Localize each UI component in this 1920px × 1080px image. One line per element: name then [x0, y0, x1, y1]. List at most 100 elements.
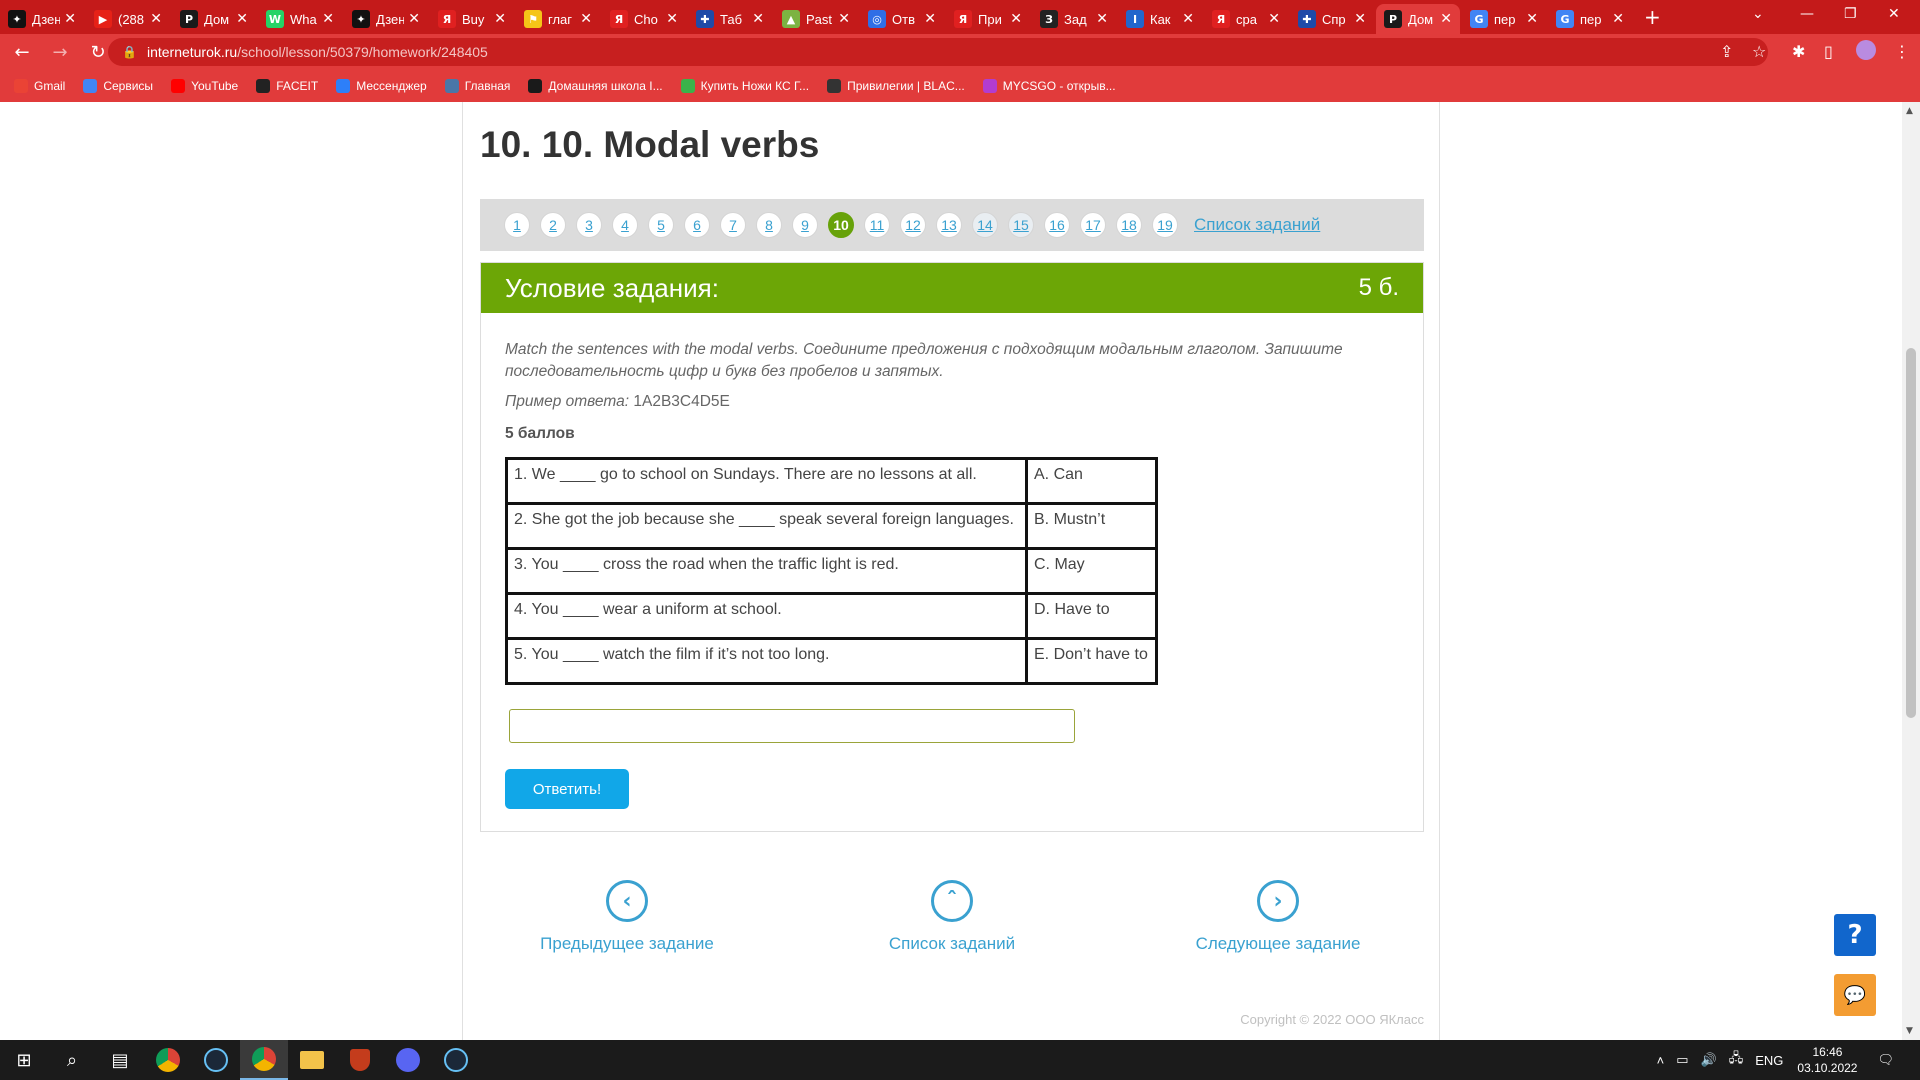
browser-tab[interactable]: Gпер ✕: [1462, 4, 1546, 34]
tab-close-icon[interactable]: ✕: [1096, 11, 1108, 27]
tab-close-icon[interactable]: ✕: [408, 11, 420, 27]
scroll-thumb[interactable]: [1906, 348, 1916, 718]
tab-close-icon[interactable]: ✕: [752, 11, 764, 27]
tab-close-icon[interactable]: ✕: [150, 11, 162, 27]
browser-tab[interactable]: ✚ Спр ✕: [1290, 4, 1374, 34]
task-pill-17[interactable]: 17: [1080, 212, 1106, 238]
notifications-icon[interactable]: 🗨: [1877, 1052, 1894, 1068]
restore-icon[interactable]: ❐: [1844, 6, 1857, 22]
browser-tab[interactable]: З Зад ✕: [1032, 4, 1116, 34]
task-pill-1[interactable]: 1: [504, 212, 530, 238]
shield-app-icon[interactable]: [336, 1040, 384, 1080]
back-arrow-icon[interactable]: ←: [6, 42, 38, 63]
network-icon[interactable]: 🖧: [1729, 1049, 1744, 1071]
bookmark-star-icon[interactable]: ☆: [1752, 42, 1766, 61]
task-pill-14[interactable]: 14: [972, 212, 998, 238]
task-pill-6[interactable]: 6: [684, 212, 710, 238]
tab-close-icon[interactable]: ✕: [1354, 11, 1366, 27]
side-panel-icon[interactable]: ▯: [1824, 42, 1833, 61]
close-window-icon[interactable]: ✕: [1888, 6, 1900, 22]
chevron-up-icon[interactable]: ˄: [1657, 1053, 1665, 1068]
steam-second-icon[interactable]: [432, 1040, 480, 1080]
tab-close-icon[interactable]: ✕: [1010, 11, 1022, 27]
chevron-up-icon[interactable]: ˆ: [931, 880, 973, 922]
browser-tab[interactable]: W Wha ✕: [258, 4, 342, 34]
chrome-active-app-icon[interactable]: [240, 1040, 288, 1080]
task-pill-19[interactable]: 19: [1152, 212, 1178, 238]
tab-search-icon[interactable]: ⌄: [1752, 6, 1764, 22]
steam-app-icon[interactable]: [192, 1040, 240, 1080]
browser-tab[interactable]: ✚ Таб ✕: [688, 4, 772, 34]
tab-close-icon[interactable]: ✕: [64, 11, 76, 27]
browser-tab[interactable]: ▲ Past ✕: [774, 4, 858, 34]
prev-task-label[interactable]: Предыдущее задание: [532, 934, 722, 954]
task-pill-7[interactable]: 7: [720, 212, 746, 238]
file-explorer-icon[interactable]: [288, 1040, 336, 1080]
task-view-icon[interactable]: ▤: [96, 1040, 144, 1080]
browser-tab[interactable]: ✦ Дзен ✕: [0, 4, 84, 34]
task-pill-15[interactable]: 15: [1008, 212, 1034, 238]
tab-close-icon[interactable]: ✕: [1526, 11, 1538, 27]
browser-tab[interactable]: ▶ (288 ✕: [86, 4, 170, 34]
share-icon[interactable]: ⇪: [1720, 42, 1733, 61]
task-pill-5[interactable]: 5: [648, 212, 674, 238]
browser-tab[interactable]: Я При ✕: [946, 4, 1030, 34]
extensions-icon[interactable]: ✱: [1792, 42, 1805, 61]
bookmark-item[interactable]: FACEIT: [256, 79, 318, 93]
bookmark-item[interactable]: Сервисы: [83, 79, 153, 93]
tab-close-icon[interactable]: ✕: [1268, 11, 1280, 27]
search-icon[interactable]: ⌕: [48, 1040, 96, 1080]
browser-tab[interactable]: P Дом ✕: [1376, 4, 1460, 34]
tab-close-icon[interactable]: ✕: [838, 11, 850, 27]
browser-tab[interactable]: ◎ Отв ✕: [860, 4, 944, 34]
tab-close-icon[interactable]: ✕: [494, 11, 506, 27]
chevron-right-icon[interactable]: ›: [1257, 880, 1299, 922]
prev-task-nav[interactable]: ‹ Предыдущее задание: [532, 880, 722, 954]
bookmark-item[interactable]: YouTube: [171, 79, 238, 93]
task-list-label[interactable]: Список заданий: [872, 934, 1032, 954]
bookmark-item[interactable]: Главная: [444, 79, 510, 93]
browser-tab[interactable]: Ясра ✕: [1204, 4, 1288, 34]
volume-icon[interactable]: 🔊: [1701, 1052, 1717, 1068]
clock[interactable]: 16:46 03.10.2022: [1797, 1044, 1857, 1076]
browser-tab[interactable]: Gпер ✕: [1548, 4, 1632, 34]
task-pill-11[interactable]: 11: [864, 212, 890, 238]
bookmark-item[interactable]: Мессенджер: [336, 79, 427, 93]
new-tab-plus-icon[interactable]: +: [1644, 5, 1661, 29]
browser-tab[interactable]: I Как ✕: [1118, 4, 1202, 34]
task-pill-10[interactable]: 10: [828, 212, 854, 238]
browser-tab[interactable]: P Дом ✕: [172, 4, 256, 34]
tab-close-icon[interactable]: ✕: [322, 11, 334, 27]
tab-close-icon[interactable]: ✕: [1612, 11, 1624, 27]
tab-close-icon[interactable]: ✕: [666, 11, 678, 27]
submit-answer-button[interactable]: Ответить!: [505, 769, 629, 809]
task-pill-13[interactable]: 13: [936, 212, 962, 238]
task-pill-12[interactable]: 12: [900, 212, 926, 238]
chrome-app-icon[interactable]: [144, 1040, 192, 1080]
task-pill-4[interactable]: 4: [612, 212, 638, 238]
page-scrollbar[interactable]: ▲ ▼: [1902, 102, 1920, 1040]
task-pill-16[interactable]: 16: [1044, 212, 1070, 238]
discord-app-icon[interactable]: [384, 1040, 432, 1080]
tab-close-icon[interactable]: ✕: [1440, 11, 1452, 27]
task-pill-3[interactable]: 3: [576, 212, 602, 238]
answer-input[interactable]: [509, 709, 1075, 743]
forward-arrow-icon[interactable]: →: [44, 42, 76, 63]
chat-bubble-icon[interactable]: 💬: [1834, 974, 1876, 1016]
windows-start-icon[interactable]: ⊞: [0, 1040, 48, 1080]
help-question-icon[interactable]: ?: [1834, 914, 1876, 956]
tab-close-icon[interactable]: ✕: [924, 11, 936, 27]
next-task-nav[interactable]: › Следующее задание: [1190, 880, 1366, 954]
tab-close-icon[interactable]: ✕: [580, 11, 592, 27]
tab-close-icon[interactable]: ✕: [236, 11, 248, 27]
task-pill-18[interactable]: 18: [1116, 212, 1142, 238]
minimize-icon[interactable]: —: [1800, 6, 1814, 22]
bookmark-item[interactable]: Купить Ножи КС Г...: [680, 79, 809, 93]
bookmark-item[interactable]: Gmail: [14, 79, 65, 93]
bookmark-item[interactable]: Привилегии | BLAC...: [827, 79, 965, 93]
chevron-left-icon[interactable]: ‹: [606, 880, 648, 922]
browser-tab[interactable]: ⚑ глаг ✕: [516, 4, 600, 34]
browser-tab[interactable]: Я Buy ✕: [430, 4, 514, 34]
tab-close-icon[interactable]: ✕: [1182, 11, 1194, 27]
task-pill-2[interactable]: 2: [540, 212, 566, 238]
